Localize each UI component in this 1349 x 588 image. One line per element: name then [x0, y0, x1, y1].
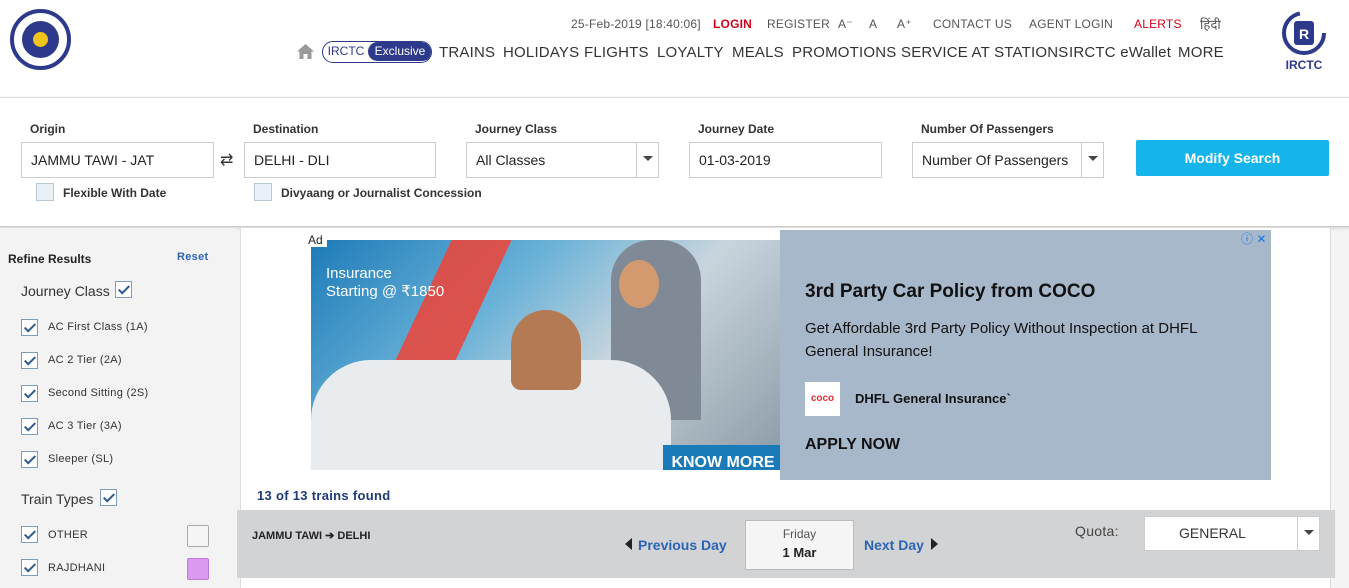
nav-irctc-ewallet[interactable]: IRCTC eWallet — [1069, 44, 1171, 61]
selected-day-date: 1 Mar — [782, 545, 817, 560]
train-type-other-checkbox[interactable] — [21, 526, 38, 543]
journey-class-value: All Classes — [476, 152, 546, 168]
irctc-logo-text: IRCTC — [1285, 58, 1323, 72]
irctc-exclusive-button[interactable]: IRCTC Exclusive — [322, 41, 432, 63]
route-title: JAMMU TAWI ➔ DELHI — [252, 530, 371, 542]
destination-label: Destination — [253, 122, 319, 136]
passengers-value: Number Of Passengers — [922, 152, 1069, 168]
journey-class-select[interactable]: All Classes — [466, 142, 659, 178]
ad-photo-text: Insurance Starting @ ₹1850 — [326, 265, 445, 300]
divyaang-label: Divyaang or Journalist Concession — [281, 186, 482, 200]
class-2a-label: AC 2 Tier (2A) — [48, 354, 122, 366]
quota-label: Quota: — [1075, 523, 1119, 539]
selected-date-box[interactable]: Friday 1 Mar — [745, 520, 854, 570]
nav-more[interactable]: MORE — [1178, 44, 1224, 61]
exclusive-pill-irctc: IRCTC — [327, 44, 365, 58]
refine-results-title: Refine Results — [8, 252, 92, 266]
ad-tag: Ad — [304, 233, 327, 247]
class-1a-checkbox[interactable] — [21, 319, 38, 336]
contact-us-link[interactable]: CONTACT US — [933, 17, 1012, 31]
agent-login-link[interactable]: AGENT LOGIN — [1029, 17, 1113, 31]
flexible-date-checkbox[interactable] — [36, 183, 54, 201]
train-type-other-color-swatch — [187, 525, 209, 547]
class-sl-label: Sleeper (SL) — [48, 453, 114, 465]
login-link[interactable]: LOGIN — [713, 17, 752, 31]
class-2a-checkbox[interactable] — [21, 352, 38, 369]
next-day-link[interactable]: Next Day — [864, 537, 924, 553]
nav-trains[interactable]: TRAINS — [439, 44, 495, 61]
train-type-rajdhani-color-swatch — [187, 558, 209, 580]
train-type-rajdhani-checkbox[interactable] — [21, 559, 38, 576]
modify-search-button[interactable]: Modify Search — [1136, 140, 1329, 176]
ad-apply-now-button[interactable]: APPLY NOW — [805, 436, 900, 454]
day-navigation-bar: JAMMU TAWI ➔ DELHI Previous Day Friday 1… — [237, 510, 1335, 578]
chevron-right-icon[interactable] — [931, 538, 939, 550]
chevron-down-icon — [1081, 143, 1103, 177]
origin-input[interactable]: JAMMU TAWI - JAT — [21, 142, 214, 178]
font-decrease-button[interactable]: A⁻ — [838, 17, 853, 31]
passengers-select[interactable]: Number Of Passengers — [912, 142, 1104, 178]
refine-sidebar: Refine Results Reset Journey Class AC Fi… — [0, 228, 237, 588]
journey-class-filter-title: Journey Class — [21, 283, 110, 299]
quota-value: GENERAL — [1179, 525, 1246, 541]
hindi-language-link[interactable]: हिंदी — [1200, 15, 1221, 33]
swap-stations-icon[interactable]: ⇄ — [220, 150, 233, 170]
journey-date-input[interactable]: 01-03-2019 — [689, 142, 882, 178]
search-panel: Origin JAMMU TAWI - JAT ⇄ Destination DE… — [0, 97, 1349, 227]
journey-class-label: Journey Class — [475, 122, 558, 136]
irctc-logo[interactable]: R IRCTC — [1277, 10, 1331, 72]
passengers-label: Number Of Passengers — [921, 122, 1054, 136]
train-type-other-label: OTHER — [48, 529, 88, 541]
trains-found-count: 13 of 13 trains found — [257, 488, 391, 503]
nav-flights[interactable]: FLIGHTS — [584, 44, 649, 61]
font-normal-button[interactable]: A — [869, 17, 877, 31]
class-3a-label: AC 3 Tier (3A) — [48, 420, 122, 432]
chevron-left-icon[interactable] — [625, 538, 633, 550]
quota-select[interactable]: GENERAL — [1144, 516, 1320, 551]
ad-photo[interactable]: Insurance Starting @ ₹1850 KNOW MORE — [311, 240, 780, 470]
class-2s-label: Second Sitting (2S) — [48, 387, 149, 399]
nav-holidays[interactable]: HOLIDAYS — [503, 44, 579, 61]
ad-description: Get Affordable 3rd Party Policy Without … — [805, 320, 1197, 360]
header: 25-Feb-2019 [18:40:06] LOGIN REGISTER A⁻… — [0, 0, 1349, 97]
font-increase-button[interactable]: A⁺ — [897, 17, 912, 31]
class-3a-checkbox[interactable] — [21, 418, 38, 435]
train-types-filter-title: Train Types — [21, 491, 94, 507]
reset-link[interactable]: Reset — [177, 251, 208, 263]
ad-choices-close-icon[interactable]: ⓘ ✕ — [1241, 230, 1266, 247]
nav-service-at-stations[interactable]: SERVICE AT STATIONS — [901, 44, 1068, 61]
journey-date-label: Journey Date — [698, 122, 775, 136]
nav-loyalty[interactable]: LOYALTY — [657, 44, 724, 61]
advertisement[interactable]: Insurance Starting @ ₹1850 KNOW MORE Ad … — [304, 230, 1271, 480]
nav-promotions[interactable]: PROMOTIONS — [792, 44, 897, 61]
nav-meals[interactable]: MEALS — [732, 44, 784, 61]
flexible-date-label: Flexible With Date — [63, 186, 167, 200]
svg-text:R: R — [1299, 26, 1309, 42]
origin-label: Origin — [30, 122, 66, 136]
header-datetime: 25-Feb-2019 [18:40:06] — [571, 17, 701, 31]
home-icon[interactable] — [297, 44, 314, 59]
selected-day-name: Friday — [782, 527, 817, 541]
ad-know-more-button[interactable]: KNOW MORE — [663, 445, 780, 470]
chevron-down-icon — [1297, 517, 1319, 550]
previous-day-link[interactable]: Previous Day — [638, 537, 727, 553]
class-sl-checkbox[interactable] — [21, 451, 38, 468]
ad-brand-logo: coco — [805, 382, 840, 416]
ad-title[interactable]: 3rd Party Car Policy from COCO — [805, 281, 1095, 303]
irctc-logo-icon: R — [1282, 11, 1326, 55]
class-2s-checkbox[interactable] — [21, 385, 38, 402]
train-types-all-checkbox[interactable] — [100, 489, 117, 506]
exclusive-pill-label: Exclusive — [368, 42, 431, 61]
divyaang-checkbox[interactable] — [254, 183, 272, 201]
train-type-rajdhani-label: RAJDHANI — [48, 562, 106, 574]
alerts-link[interactable]: ALERTS — [1134, 17, 1182, 31]
ad-text-panel[interactable]: 3rd Party Car Policy from COCO Get Affor… — [780, 230, 1271, 480]
chevron-down-icon — [636, 143, 658, 177]
register-link[interactable]: REGISTER — [767, 17, 830, 31]
destination-input[interactable]: DELHI - DLI — [244, 142, 436, 178]
ad-brand-name: DHFL General Insurance` — [855, 391, 1011, 406]
indian-railways-logo[interactable] — [10, 9, 71, 70]
class-1a-label: AC First Class (1A) — [48, 321, 148, 333]
journey-class-all-checkbox[interactable] — [115, 281, 132, 298]
